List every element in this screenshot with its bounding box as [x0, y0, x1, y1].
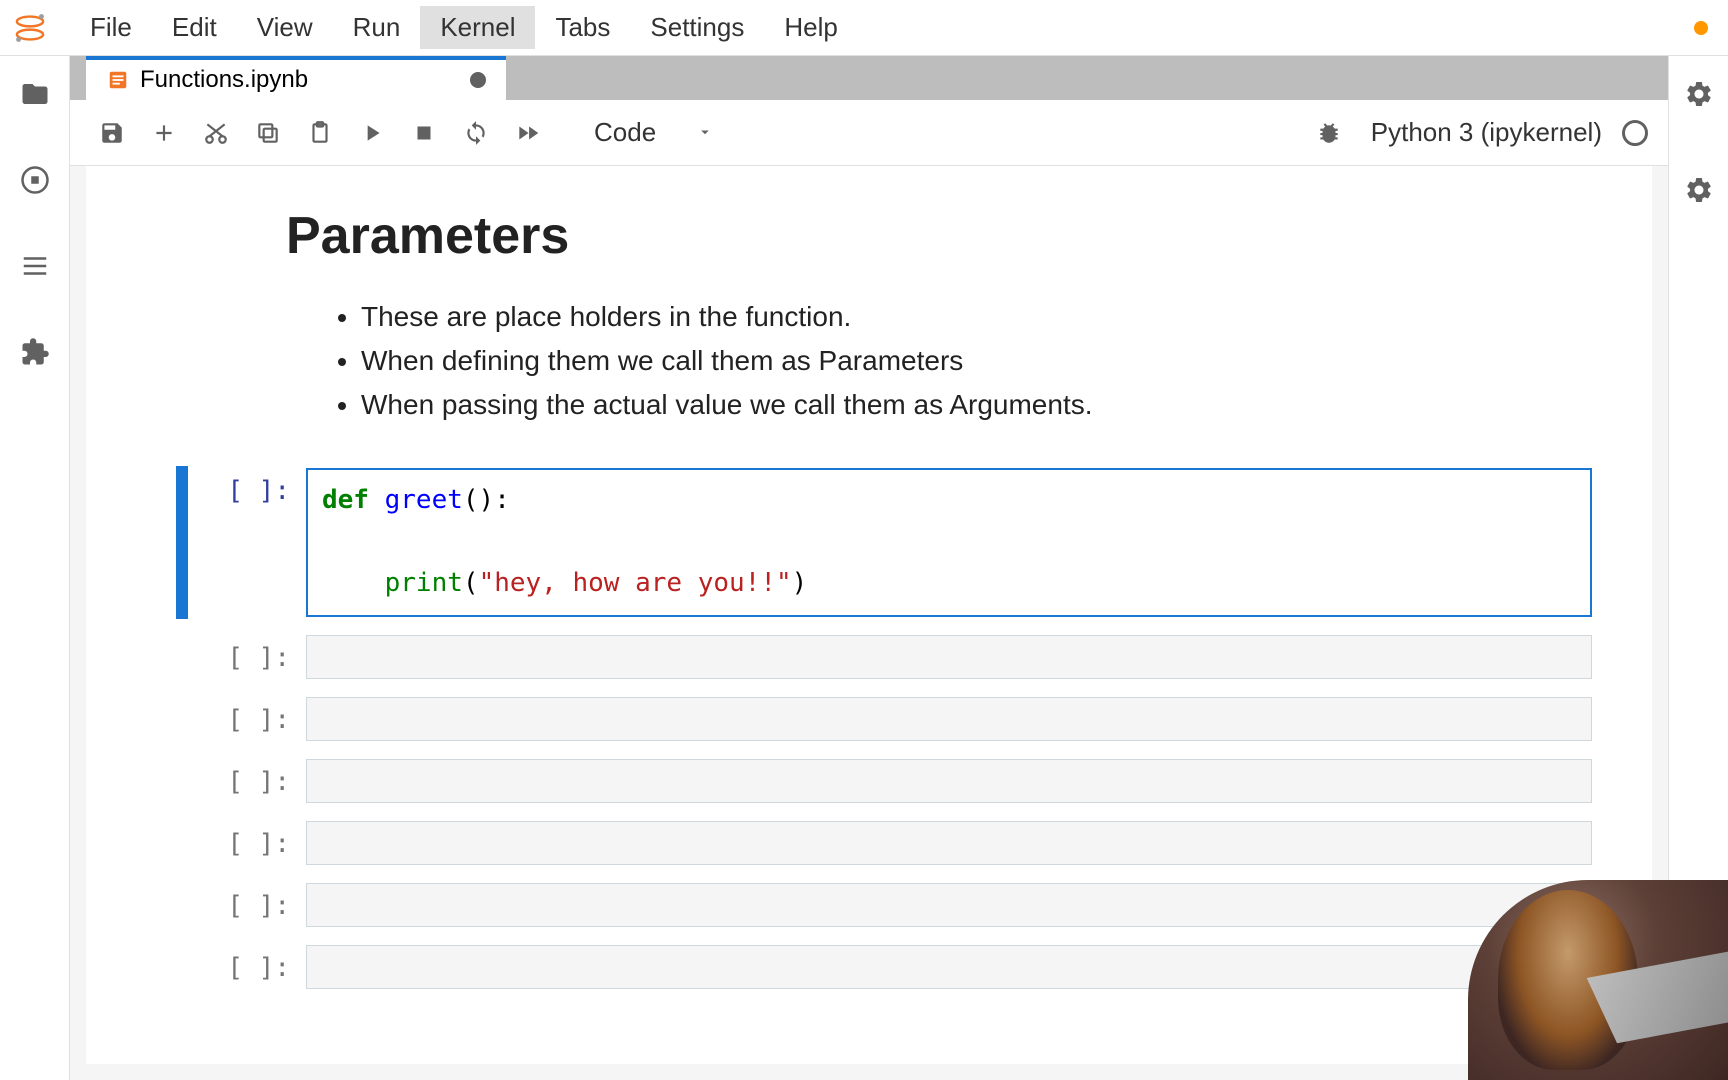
notification-dot [1694, 21, 1708, 35]
webcam-person [1498, 890, 1638, 1070]
cell-input[interactable]: def greet(): print("hey, how are you!!") [306, 468, 1592, 617]
cell-type-label: Code [594, 117, 656, 148]
run-button[interactable] [350, 111, 394, 155]
notebook-toolbar: Code Python 3 (ipykernel) [70, 100, 1668, 166]
cell-prompt: [ ]: [176, 883, 306, 927]
cell-prompt: [ ]: [176, 759, 306, 803]
code-cell-empty[interactable]: [ ]: [86, 819, 1652, 867]
extensions-icon[interactable] [17, 334, 53, 370]
gear-icon[interactable] [1681, 76, 1717, 112]
menu-view[interactable]: View [237, 6, 333, 49]
cell-input[interactable] [306, 945, 1592, 989]
menu-edit[interactable]: Edit [152, 6, 237, 49]
cell-input[interactable] [306, 821, 1592, 865]
restart-button[interactable] [454, 111, 498, 155]
running-icon[interactable] [17, 162, 53, 198]
list-item: These are place holders in the function. [361, 296, 1652, 338]
tabbar: Functions.ipynb [70, 56, 1668, 100]
tab-title: Functions.ipynb [140, 66, 308, 94]
markdown-heading: Parameters [286, 206, 1652, 266]
list-item: When defining them we call them as Param… [361, 340, 1652, 382]
stop-button[interactable] [402, 111, 446, 155]
cell-prompt: [ ]: [176, 468, 306, 617]
paste-button[interactable] [298, 111, 342, 155]
menu-tabs[interactable]: Tabs [535, 6, 630, 49]
center-area: Functions.ipynb [70, 56, 1668, 1080]
cell-prompt: [ ]: [176, 945, 306, 989]
debug-gear-icon[interactable] [1681, 172, 1717, 208]
notebook-body[interactable]: Parameters These are place holders in th… [86, 166, 1652, 1064]
kernel-status-indicator [1622, 120, 1648, 146]
code-cell-empty[interactable]: [ ]: [86, 881, 1652, 929]
cut-button[interactable] [194, 111, 238, 155]
cell-prompt: [ ]: [176, 821, 306, 865]
menu-settings[interactable]: Settings [630, 6, 764, 49]
menu-help[interactable]: Help [764, 6, 857, 49]
cell-prompt: [ ]: [176, 635, 306, 679]
folder-icon[interactable] [17, 76, 53, 112]
cell-prompt: [ ]: [176, 697, 306, 741]
code-cell-empty[interactable]: [ ]: [86, 633, 1652, 681]
menu-kernel[interactable]: Kernel [420, 6, 535, 49]
code-cell-empty[interactable]: [ ]: [86, 757, 1652, 805]
cell-input[interactable] [306, 759, 1592, 803]
menubar: File Edit View Run Kernel Tabs Settings … [0, 0, 1728, 56]
debug-icon[interactable] [1307, 111, 1351, 155]
notebook-tab[interactable]: Functions.ipynb [86, 56, 506, 100]
add-cell-button[interactable] [142, 111, 186, 155]
markdown-list: These are place holders in the function.… [331, 296, 1652, 426]
code-cell-selected[interactable]: [ ]: def greet(): print("hey, how are yo… [86, 466, 1652, 619]
list-item: When passing the actual value we call th… [361, 384, 1652, 426]
left-sidebar [0, 56, 70, 1080]
chevron-down-icon [696, 117, 714, 148]
toc-icon[interactable] [17, 248, 53, 284]
main-layout: Functions.ipynb [0, 56, 1728, 1080]
webcam-overlay [1468, 880, 1728, 1080]
dirty-indicator [470, 72, 486, 88]
menu-run[interactable]: Run [333, 6, 421, 49]
kernel-name[interactable]: Python 3 (ipykernel) [1371, 117, 1602, 148]
cell-input[interactable] [306, 635, 1592, 679]
code-cell-empty[interactable]: [ ]: [86, 943, 1652, 991]
notebook-icon [106, 68, 130, 92]
cell-type-dropdown[interactable]: Code [578, 113, 730, 152]
fast-forward-button[interactable] [506, 111, 550, 155]
save-button[interactable] [90, 111, 134, 155]
cell-input[interactable] [306, 697, 1592, 741]
cell-input[interactable] [306, 883, 1592, 927]
menu-file[interactable]: File [70, 6, 152, 49]
copy-button[interactable] [246, 111, 290, 155]
jupyter-logo [10, 8, 50, 48]
code-cell-empty[interactable]: [ ]: [86, 695, 1652, 743]
